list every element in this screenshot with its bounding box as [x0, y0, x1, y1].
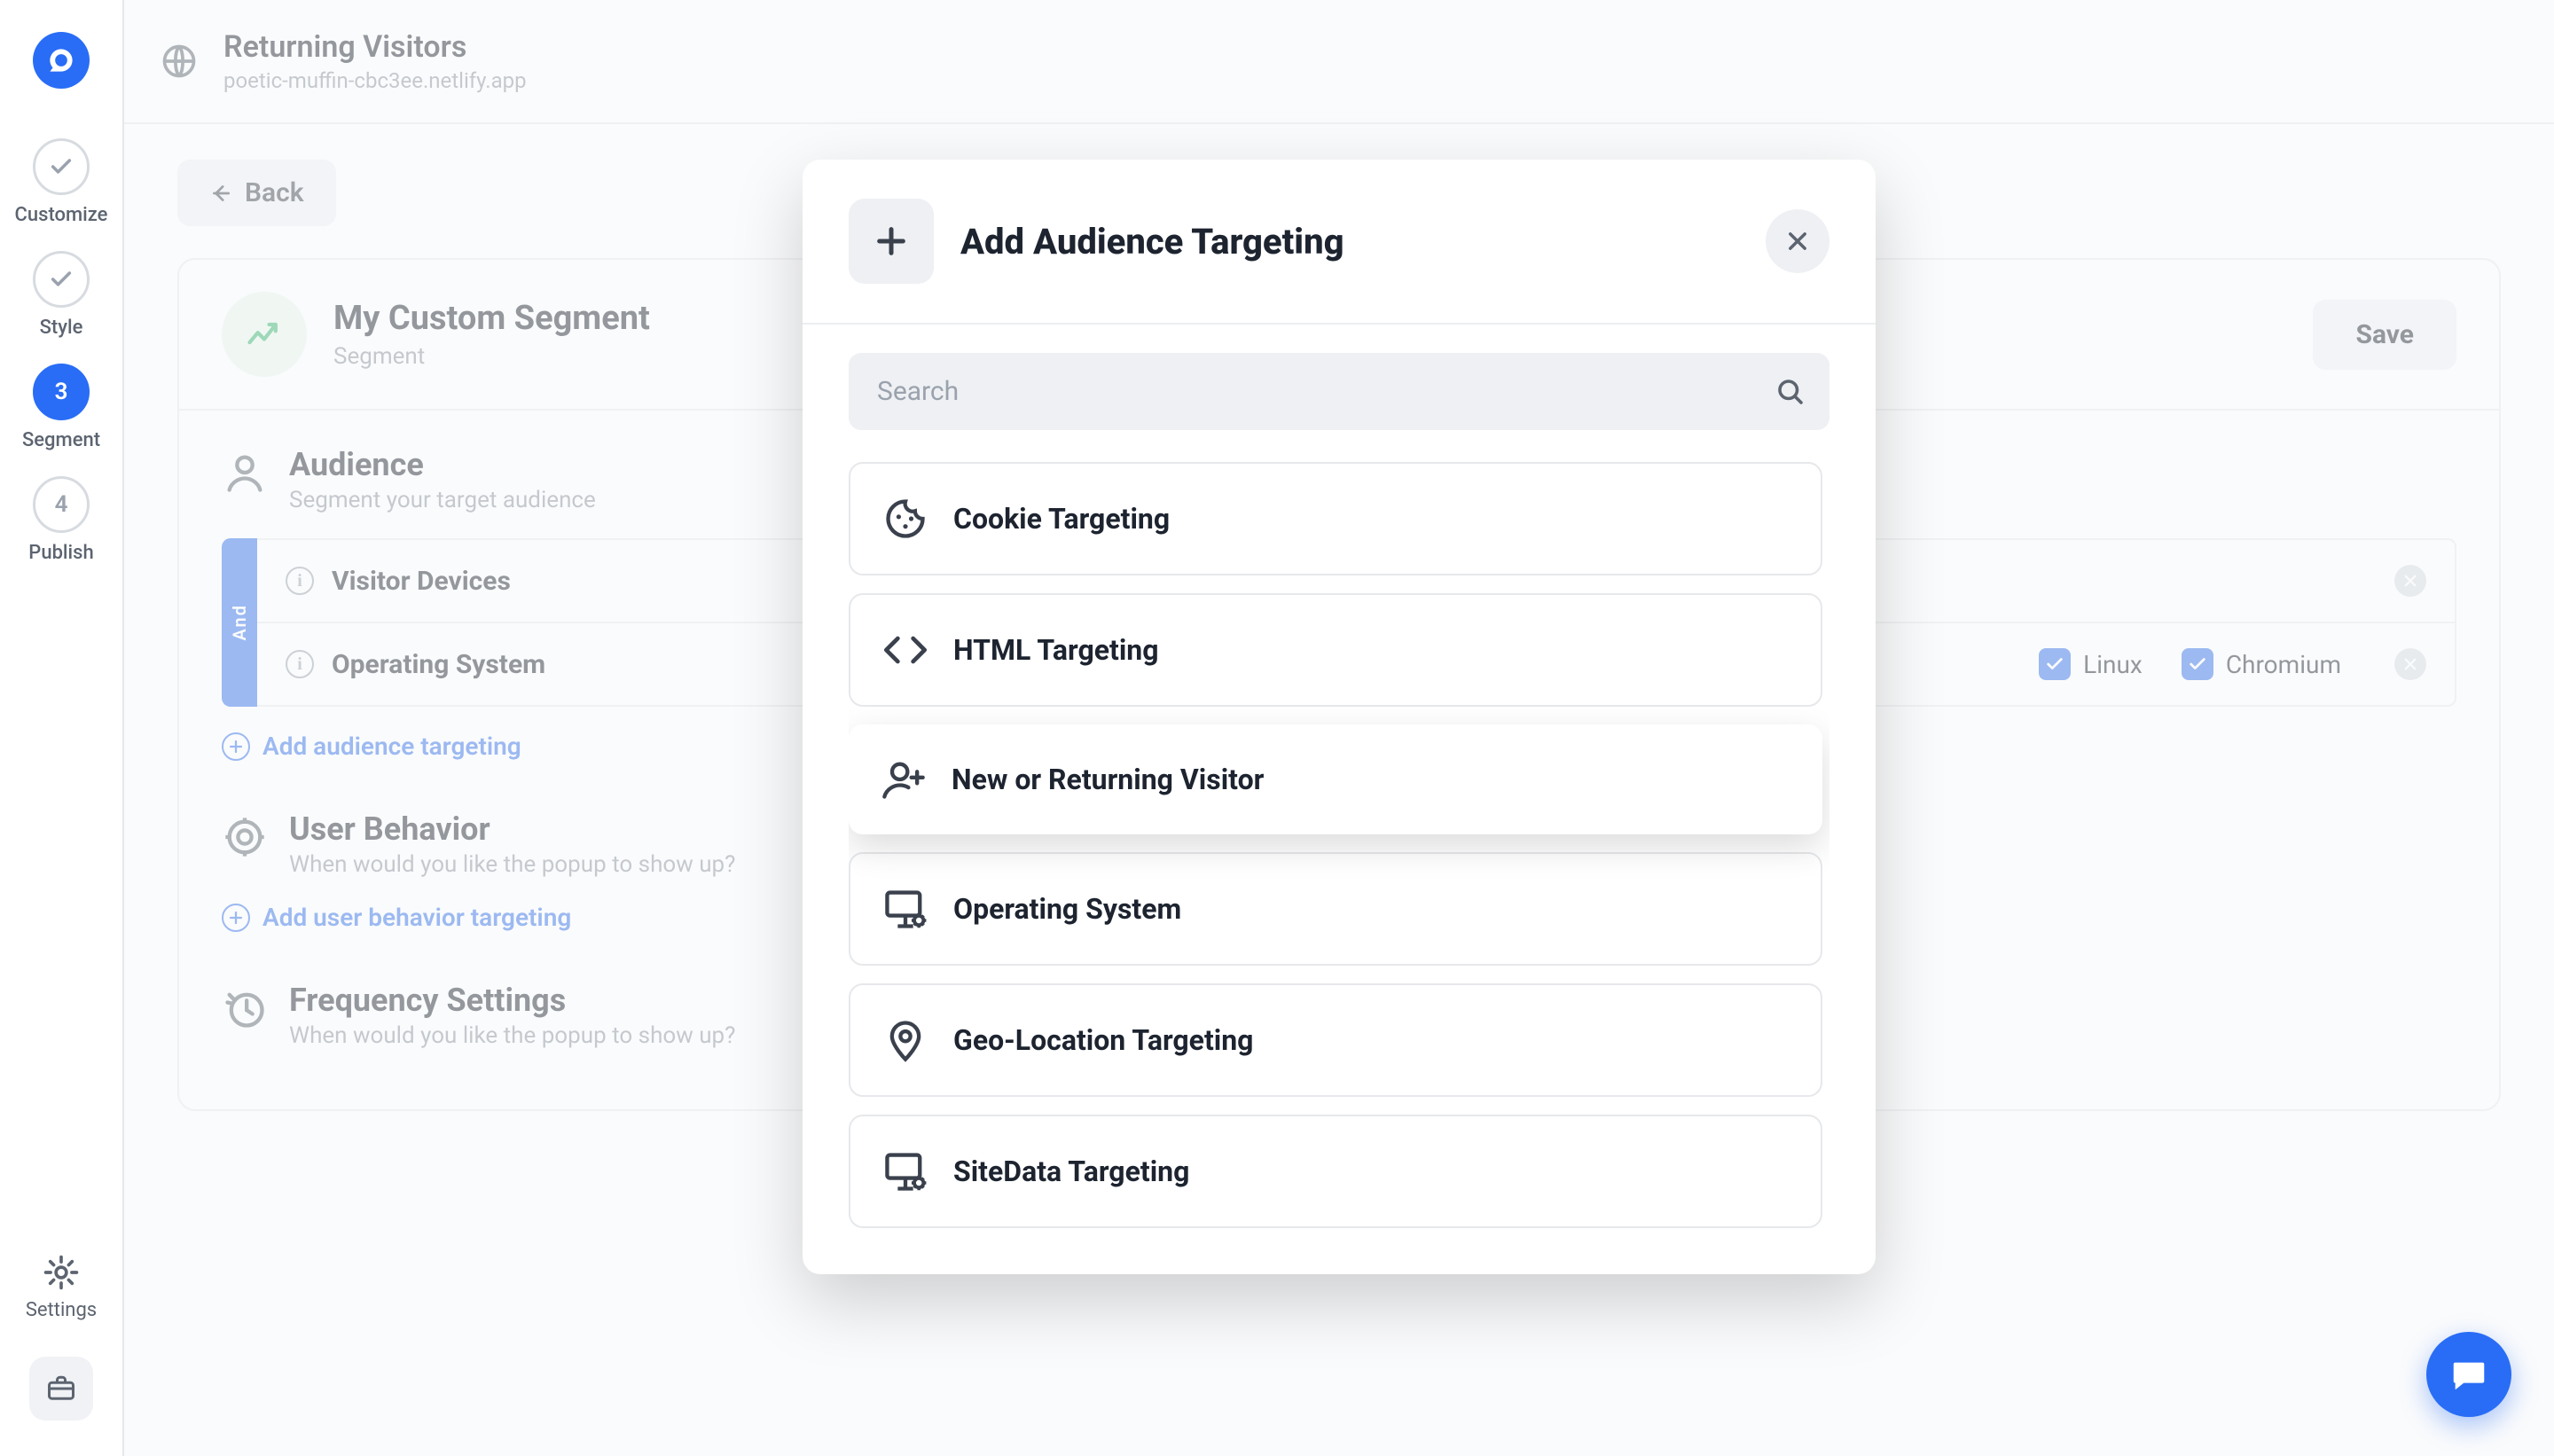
- close-modal-button[interactable]: [1766, 209, 1829, 273]
- settings-label: Settings: [26, 1299, 97, 1321]
- step-number: 3: [55, 379, 68, 405]
- targeting-option-os[interactable]: Operating System: [849, 852, 1822, 966]
- option-label: Cookie Targeting: [953, 502, 1170, 536]
- option-label: HTML Targeting: [953, 633, 1159, 667]
- check-icon: [49, 154, 74, 179]
- option-label: New or Returning Visitor: [952, 763, 1264, 796]
- step-customize[interactable]: Customize: [33, 138, 90, 226]
- gear-icon: [42, 1253, 81, 1292]
- step-label: Segment: [22, 429, 100, 451]
- targeting-option-list[interactable]: Cookie Targeting HTML Targeting New or R…: [849, 462, 1829, 1228]
- targeting-option-html[interactable]: HTML Targeting: [849, 593, 1822, 707]
- targeting-option-sitedata[interactable]: SiteData Targeting: [849, 1115, 1822, 1228]
- step-number: 4: [55, 491, 68, 518]
- targeting-option-geo[interactable]: Geo-Location Targeting: [849, 983, 1822, 1097]
- add-audience-targeting-modal: Add Audience Targeting Cookie Targeting: [803, 160, 1876, 1274]
- targeting-option-new-returning[interactable]: New or Returning Visitor: [849, 724, 1822, 834]
- cookie-icon: [882, 496, 928, 542]
- close-icon: [1785, 229, 1810, 254]
- chat-icon: [2448, 1354, 2489, 1395]
- step-segment[interactable]: 3 Segment: [33, 364, 90, 451]
- plus-icon: [874, 223, 909, 259]
- pin-icon: [882, 1017, 928, 1063]
- step-style[interactable]: Style: [33, 251, 90, 339]
- option-label: SiteData Targeting: [953, 1155, 1189, 1188]
- workspace-button[interactable]: [29, 1357, 93, 1421]
- settings-button[interactable]: Settings: [26, 1253, 97, 1321]
- chat-widget-button[interactable]: [2426, 1332, 2511, 1417]
- step-label: Style: [40, 317, 83, 339]
- modal-header: Add Audience Targeting: [803, 160, 1876, 325]
- modal-title: Add Audience Targeting: [960, 221, 1344, 262]
- briefcase-icon: [45, 1373, 77, 1405]
- step-publish[interactable]: 4 Publish: [33, 476, 90, 564]
- option-label: Operating System: [953, 892, 1181, 926]
- user-plus-icon: [881, 756, 927, 802]
- sidebar: Customize Style 3 Segment 4 Publish Sett…: [0, 0, 124, 1456]
- check-icon: [49, 267, 74, 292]
- code-icon: [882, 627, 928, 673]
- search-input[interactable]: [849, 353, 1829, 430]
- targeting-option-cookie[interactable]: Cookie Targeting: [849, 462, 1822, 575]
- step-label: Publish: [28, 542, 93, 564]
- search-icon: [1774, 376, 1806, 408]
- modal-header-icon: [849, 199, 934, 284]
- step-label: Customize: [15, 204, 108, 226]
- modal-search: [849, 353, 1829, 430]
- modal-overlay[interactable]: Add Audience Targeting Cookie Targeting: [124, 0, 2554, 1456]
- option-label: Geo-Location Targeting: [953, 1023, 1253, 1057]
- desktop-cog-icon: [882, 886, 928, 932]
- desktop-cog-icon: [882, 1148, 928, 1194]
- app-logo[interactable]: [33, 32, 90, 89]
